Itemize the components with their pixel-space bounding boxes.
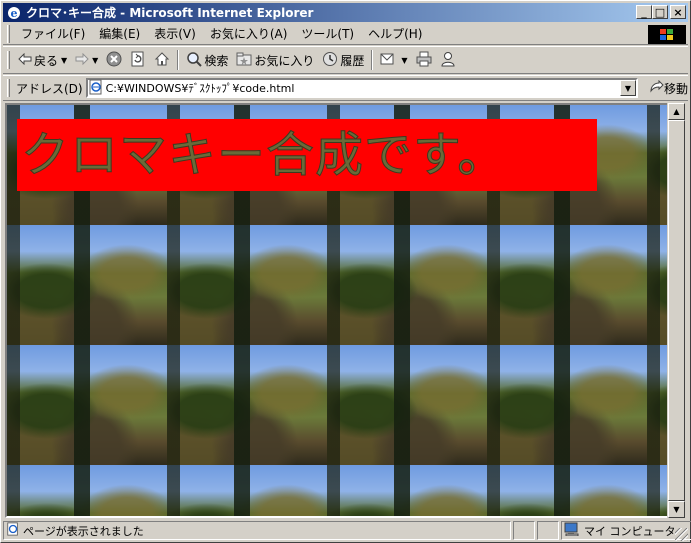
go-label: 移動 (663, 81, 688, 96)
chevron-down-icon[interactable]: ▼ (619, 80, 636, 96)
ie-logo-icon: e (6, 5, 22, 21)
title-bar[interactable]: e クロマ･キー合成 - Microsoft Internet Explorer… (3, 3, 688, 22)
toolbar-grip[interactable] (7, 79, 10, 97)
standard-toolbar: 戻る ▼ ▼ 検索 お気に入り 履歴 ▼ (3, 46, 688, 74)
refresh-icon (130, 51, 146, 70)
menu-view[interactable]: 表示(V) (147, 25, 203, 42)
window-title: クロマ･キー合成 - Microsoft Internet Explorer (26, 6, 314, 20)
chevron-down-icon[interactable]: ▼ (61, 56, 67, 65)
favorites-folder-icon (236, 51, 252, 70)
go-button[interactable]: 移動 (648, 79, 688, 97)
forward-arrow-icon (75, 52, 89, 68)
address-label: アドレス(D) (16, 81, 83, 96)
mail-button[interactable]: ▼ (376, 49, 411, 71)
menu-file[interactable]: ファイル(F) (14, 25, 92, 42)
favorites-label: お気に入り (254, 53, 315, 68)
back-button[interactable]: 戻る ▼ (14, 49, 71, 71)
home-button[interactable] (150, 49, 174, 71)
menu-bar: ファイル(F) 編集(E) 表示(V) お気に入り(A) ツール(T) ヘルプ(… (3, 23, 688, 45)
address-url[interactable]: C:¥WINDOWS¥ﾃﾞｽｸﾄｯﾌﾟ¥code.html (106, 80, 295, 96)
scroll-up-button[interactable]: ▲ (668, 103, 685, 120)
history-button[interactable]: 履歴 (318, 49, 368, 71)
toolbar-grip[interactable] (7, 51, 10, 69)
status-message-pane: ページが表示されました (3, 521, 511, 540)
messenger-button[interactable] (436, 49, 460, 71)
security-zone-pane: マイ コンピュータ (561, 521, 691, 540)
toolbar-separator (371, 50, 374, 70)
window-controls: _ □ × (636, 5, 686, 19)
page-icon (88, 79, 104, 98)
close-button[interactable]: × (670, 5, 686, 19)
back-arrow-icon (18, 52, 32, 68)
chevron-down-icon[interactable]: ▼ (401, 56, 407, 65)
back-label: 戻る (34, 53, 59, 68)
search-label: 検索 (204, 53, 229, 68)
scroll-thumb[interactable] (668, 120, 685, 501)
banner-heading: クロマキー合成です。 (20, 127, 507, 183)
menu-edit[interactable]: 編集(E) (92, 25, 147, 42)
search-button[interactable]: 検索 (182, 49, 232, 71)
forward-button[interactable]: ▼ (71, 49, 102, 71)
chevron-down-icon[interactable]: ▼ (92, 56, 98, 65)
address-bar: アドレス(D) C:¥WINDOWS¥ﾃﾞｽｸﾄｯﾌﾟ¥code.html ▼ … (3, 75, 688, 101)
address-input[interactable]: C:¥WINDOWS¥ﾃﾞｽｸﾄｯﾌﾟ¥code.html ▼ (85, 78, 638, 98)
svg-text:e: e (11, 7, 18, 20)
maximize-button[interactable]: □ (652, 5, 668, 19)
menu-help[interactable]: ヘルプ(H) (361, 25, 429, 42)
menu-favorites[interactable]: お気に入り(A) (203, 25, 295, 42)
history-icon (322, 51, 338, 70)
page-content[interactable]: クロマキー合成です。 (5, 103, 669, 518)
favorites-button[interactable]: お気に入り (232, 49, 318, 71)
status-page-icon (6, 522, 20, 539)
zone-label: マイ コンピュータ (584, 524, 676, 538)
printer-icon (416, 51, 432, 70)
toolbar-grip[interactable] (7, 24, 10, 43)
status-bar: ページが表示されました マイ コンピュータ (3, 520, 691, 541)
resize-grip[interactable] (675, 528, 688, 541)
menu-tools[interactable]: ツール(T) (294, 25, 361, 42)
toolbar-separator (177, 50, 180, 70)
mail-icon (380, 51, 398, 70)
computer-icon (564, 522, 580, 539)
status-pane (537, 521, 559, 540)
stop-button[interactable] (102, 49, 126, 71)
home-icon (154, 51, 170, 70)
user-icon (440, 51, 456, 70)
refresh-button[interactable] (126, 49, 150, 71)
history-label: 履歴 (340, 53, 365, 68)
browser-window: e クロマ･キー合成 - Microsoft Internet Explorer… (0, 0, 691, 543)
search-icon (186, 51, 203, 70)
minimize-button[interactable]: _ (636, 5, 652, 19)
status-message: ページが表示されました (23, 524, 144, 538)
stop-icon (106, 51, 122, 70)
chroma-key-banner: クロマキー合成です。 (17, 119, 597, 191)
status-pane (513, 521, 535, 540)
vertical-scrollbar[interactable]: ▲ ▼ (667, 103, 685, 518)
print-button[interactable] (412, 49, 436, 71)
scroll-down-button[interactable]: ▼ (668, 501, 685, 518)
windows-logo-icon (648, 25, 686, 44)
go-arrow-icon (648, 79, 664, 97)
